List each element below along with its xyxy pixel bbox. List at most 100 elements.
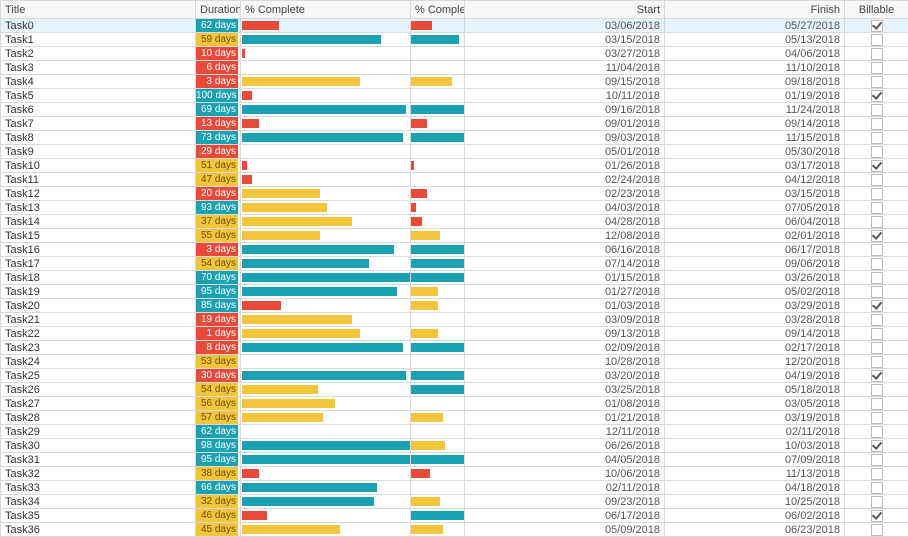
billable-checkbox[interactable] (871, 48, 883, 60)
table-row[interactable]: Task1555 days12/08/201802/01/2018 (1, 229, 908, 243)
cell-title[interactable]: Task26 (1, 383, 196, 397)
table-row[interactable]: Task3238 days10/06/201811/13/2018 (1, 467, 908, 481)
table-row[interactable]: Task3645 days05/09/201806/23/2018 (1, 523, 908, 537)
task-grid[interactable]: Title Duration % Complete % Complete Sta… (0, 0, 908, 537)
billable-checkbox[interactable] (871, 272, 883, 284)
table-row[interactable]: Task2085 days01/03/201803/29/2018 (1, 299, 908, 313)
table-row[interactable]: Task159 days03/15/201805/13/2018 (1, 33, 908, 47)
billable-checkbox[interactable] (871, 20, 883, 32)
billable-checkbox[interactable] (871, 62, 883, 74)
cell-title[interactable]: Task4 (1, 75, 196, 89)
cell-title[interactable]: Task36 (1, 523, 196, 537)
billable-checkbox[interactable] (871, 202, 883, 214)
col-title[interactable]: Title (1, 1, 196, 19)
table-row[interactable]: Task2857 days01/21/201803/19/2018 (1, 411, 908, 425)
billable-checkbox[interactable] (871, 384, 883, 396)
cell-title[interactable]: Task17 (1, 257, 196, 271)
table-row[interactable]: Task1147 days02/24/201804/12/2018 (1, 173, 908, 187)
billable-checkbox[interactable] (871, 412, 883, 424)
billable-checkbox[interactable] (871, 510, 883, 522)
cell-title[interactable]: Task9 (1, 145, 196, 159)
cell-title[interactable]: Task29 (1, 425, 196, 439)
table-row[interactable]: Task713 days09/01/201809/14/2018 (1, 117, 908, 131)
billable-checkbox[interactable] (871, 244, 883, 256)
col-billable[interactable]: Billable (845, 1, 908, 19)
table-row[interactable]: Task1870 days01/15/201803/26/2018 (1, 271, 908, 285)
billable-checkbox[interactable] (871, 398, 883, 410)
cell-title[interactable]: Task3 (1, 61, 196, 75)
table-row[interactable]: Task2756 days01/08/201803/05/2018 (1, 397, 908, 411)
table-row[interactable]: Task210 days03/27/201804/06/2018 (1, 47, 908, 61)
cell-title[interactable]: Task11 (1, 173, 196, 187)
table-row[interactable]: Task669 days09/16/201811/24/2018 (1, 103, 908, 117)
cell-title[interactable]: Task27 (1, 397, 196, 411)
cell-title[interactable]: Task15 (1, 229, 196, 243)
table-row[interactable]: Task1995 days01/27/201805/02/2018 (1, 285, 908, 299)
cell-title[interactable]: Task30 (1, 439, 196, 453)
billable-checkbox[interactable] (871, 356, 883, 368)
cell-title[interactable]: Task7 (1, 117, 196, 131)
table-row[interactable]: Task1393 days04/03/201807/05/2018 (1, 201, 908, 215)
billable-checkbox[interactable] (871, 328, 883, 340)
billable-checkbox[interactable] (871, 496, 883, 508)
billable-checkbox[interactable] (871, 314, 883, 326)
table-row[interactable]: Task062 days03/06/201805/27/2018 (1, 19, 908, 33)
billable-checkbox[interactable] (871, 370, 883, 382)
col-pc-bar[interactable]: % Complete (241, 1, 411, 19)
table-row[interactable]: Task2453 days10/28/201812/20/2018 (1, 355, 908, 369)
cell-title[interactable]: Task32 (1, 467, 196, 481)
billable-checkbox[interactable] (871, 524, 883, 536)
billable-checkbox[interactable] (871, 34, 883, 46)
billable-checkbox[interactable] (871, 174, 883, 186)
table-row[interactable]: Task1437 days04/28/201806/04/2018 (1, 215, 908, 229)
table-row[interactable]: Task1220 days02/23/201803/15/2018 (1, 187, 908, 201)
cell-title[interactable]: Task25 (1, 369, 196, 383)
table-row[interactable]: Task3195 days04/05/201807/09/2018 (1, 453, 908, 467)
cell-title[interactable]: Task33 (1, 481, 196, 495)
billable-checkbox[interactable] (871, 90, 883, 102)
cell-title[interactable]: Task1 (1, 33, 196, 47)
col-start[interactable]: Start (465, 1, 665, 19)
table-row[interactable]: Task2530 days03/20/201804/19/2018 (1, 369, 908, 383)
cell-title[interactable]: Task10 (1, 159, 196, 173)
cell-title[interactable]: Task12 (1, 187, 196, 201)
col-pc-mini[interactable]: % Complete (411, 1, 465, 19)
cell-title[interactable]: Task23 (1, 341, 196, 355)
cell-title[interactable]: Task34 (1, 495, 196, 509)
cell-title[interactable]: Task18 (1, 271, 196, 285)
table-row[interactable]: Task2119 days03/09/201803/28/2018 (1, 313, 908, 327)
billable-checkbox[interactable] (871, 132, 883, 144)
table-row[interactable]: Task1051 days01/26/201803/17/2018 (1, 159, 908, 173)
cell-title[interactable]: Task21 (1, 313, 196, 327)
billable-checkbox[interactable] (871, 454, 883, 466)
billable-checkbox[interactable] (871, 440, 883, 452)
cell-title[interactable]: Task19 (1, 285, 196, 299)
billable-checkbox[interactable] (871, 286, 883, 298)
billable-checkbox[interactable] (871, 118, 883, 130)
cell-title[interactable]: Task16 (1, 243, 196, 257)
billable-checkbox[interactable] (871, 188, 883, 200)
table-row[interactable]: Task3432 days09/23/201810/25/2018 (1, 495, 908, 509)
table-row[interactable]: Task3366 days02/11/201804/18/2018 (1, 481, 908, 495)
cell-title[interactable]: Task24 (1, 355, 196, 369)
cell-title[interactable]: Task6 (1, 103, 196, 117)
billable-checkbox[interactable] (871, 342, 883, 354)
table-row[interactable]: Task873 days09/03/201811/15/2018 (1, 131, 908, 145)
billable-checkbox[interactable] (871, 216, 883, 228)
col-duration[interactable]: Duration (196, 1, 241, 19)
cell-title[interactable]: Task5 (1, 89, 196, 103)
table-row[interactable]: Task2962 days12/11/201802/11/2018 (1, 425, 908, 439)
table-row[interactable]: Task221 days09/13/201809/14/2018 (1, 327, 908, 341)
table-row[interactable]: Task36 days11/04/201811/10/2018 (1, 61, 908, 75)
table-row[interactable]: Task43 days09/15/201809/18/2018 (1, 75, 908, 89)
cell-title[interactable]: Task14 (1, 215, 196, 229)
billable-checkbox[interactable] (871, 160, 883, 172)
table-row[interactable]: Task3098 days06/26/201810/03/2018 (1, 439, 908, 453)
cell-title[interactable]: Task28 (1, 411, 196, 425)
billable-checkbox[interactable] (871, 468, 883, 480)
billable-checkbox[interactable] (871, 104, 883, 116)
table-row[interactable]: Task238 days02/09/201802/17/2018 (1, 341, 908, 355)
table-row[interactable]: Task929 days05/01/201805/30/2018 (1, 145, 908, 159)
billable-checkbox[interactable] (871, 426, 883, 438)
billable-checkbox[interactable] (871, 482, 883, 494)
